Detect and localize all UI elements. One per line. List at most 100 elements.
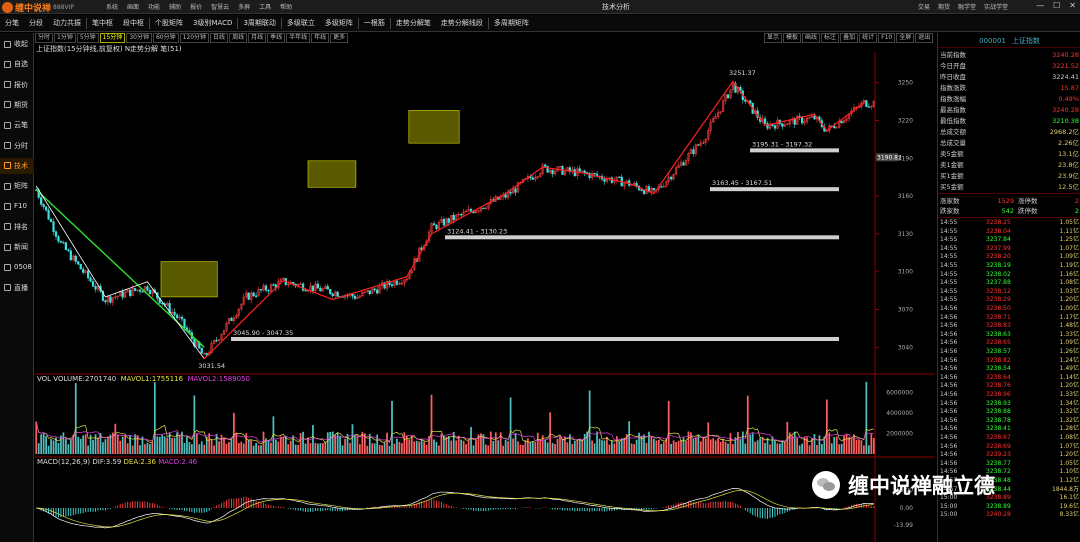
toolbar-button[interactable]: 多周期矩阵 (489, 18, 534, 28)
sidebar-item[interactable]: 技术 (0, 157, 34, 174)
tool-button[interactable]: 统计 (859, 33, 878, 43)
period-tab[interactable]: 分时 (35, 33, 54, 43)
sidebar-item[interactable]: F10 (0, 198, 34, 214)
tick-time: 14:56 (940, 330, 958, 338)
toolbar-button[interactable]: 分段 (24, 18, 48, 28)
volume-bar (497, 440, 500, 454)
volume-bar (598, 438, 601, 454)
candle-body (52, 221, 55, 232)
volume-bar (492, 440, 495, 454)
tick-amount: 1.08亿 (1059, 434, 1079, 441)
toolbar-button[interactable]: 段中枢 (118, 18, 149, 28)
candle-body (435, 224, 438, 230)
candle-body (813, 115, 816, 120)
sidebar-item[interactable]: 期货 (0, 97, 34, 113)
sidebar-item[interactable]: 自选 (0, 56, 34, 72)
volume-bar (828, 432, 831, 454)
toolbar-button[interactable]: 3周期联动 (238, 18, 280, 28)
quote-key: 今日开盘 (940, 62, 966, 70)
volume-bar (648, 431, 650, 454)
close-icon[interactable]: ✕ (1069, 1, 1076, 10)
volume-bar (749, 434, 752, 454)
toolbar-button[interactable]: 笔中枢 (87, 18, 118, 28)
menu-item[interactable]: 画面 (127, 2, 139, 11)
menu-item[interactable]: 帮助 (280, 2, 292, 11)
tool-button[interactable]: 叠加 (840, 33, 859, 43)
volume-bar (366, 445, 369, 454)
tick-time: 14:56 (940, 339, 958, 347)
volume-bar (82, 435, 85, 454)
period-tab[interactable]: 30分钟 (126, 33, 152, 43)
tool-button[interactable]: 模板 (783, 33, 802, 43)
sidebar-item[interactable]: 分时 (0, 138, 34, 154)
toolbar-button[interactable]: 走势分解笔 (391, 18, 436, 28)
menu-item[interactable]: 多屏 (238, 2, 250, 11)
volume-bar (677, 440, 680, 454)
menu-item[interactable]: 智慧云 (211, 2, 229, 11)
support-band (231, 337, 839, 341)
quote-value: 2968.2亿 (1049, 128, 1079, 136)
volume-bar (198, 444, 201, 454)
volume-bar (225, 443, 228, 454)
rank-icon (4, 223, 11, 231)
period-tab[interactable]: 年线 (311, 33, 330, 43)
period-tab[interactable]: 120分钟 (179, 33, 210, 43)
period-tab[interactable]: 半年线 (286, 33, 311, 43)
tool-button[interactable]: 显示 (764, 33, 783, 43)
tool-button[interactable]: 退出 (915, 33, 934, 43)
sidebar-item[interactable]: 收起 (0, 36, 34, 52)
period-tab[interactable]: 60分钟 (152, 33, 179, 43)
menu-item[interactable]: 辅助 (169, 2, 181, 11)
sidebar-item[interactable]: 排名 (0, 219, 34, 235)
toolbar-button[interactable]: 走势分解线段 (436, 18, 488, 28)
menu-item[interactable]: 系统 (106, 2, 118, 11)
support-band (445, 235, 839, 240)
sidebar-item[interactable]: 矩阵 (0, 178, 34, 194)
sidebar-item[interactable]: 报价 (0, 77, 34, 93)
quote-row: 今日开盘 3221.52 (938, 61, 1080, 71)
top-link[interactable]: 融学堂 (958, 2, 976, 11)
top-link[interactable]: 期货 (938, 2, 950, 11)
tool-button[interactable]: 标注 (821, 33, 840, 43)
top-link[interactable]: 交易 (918, 2, 930, 11)
candle-body (326, 286, 329, 290)
toolbar-button[interactable]: 多级联立 (282, 18, 320, 28)
period-tab[interactable]: 1分钟 (54, 33, 76, 43)
candle-body (793, 118, 796, 125)
maximize-icon[interactable]: ☐ (1053, 1, 1060, 10)
app-logo[interactable]: 缠中说禅 888VIP (2, 1, 74, 14)
period-tab[interactable]: 更多 (330, 33, 349, 43)
toolbar-button[interactable]: 动力共振 (48, 18, 86, 28)
menu-item[interactable]: 工具 (259, 2, 271, 11)
volume-bar (727, 443, 729, 454)
period-tab[interactable]: 日线 (210, 33, 229, 43)
sidebar-item[interactable]: 直播 (0, 280, 34, 296)
toolbar-button[interactable]: 多级矩阵 (320, 18, 358, 28)
candle-body (544, 164, 547, 167)
period-tab[interactable]: 季线 (267, 33, 286, 43)
volume-bar (709, 439, 712, 454)
period-tab[interactable]: 周线 (229, 33, 248, 43)
toolbar-button[interactable]: 3级别MACD (188, 18, 237, 28)
candle-body (89, 277, 92, 282)
toolbar-button[interactable]: 分笔 (0, 18, 24, 28)
toolbar-button[interactable]: 一根筋 (359, 18, 390, 28)
chart-canvas[interactable]: 304030703100313031603190322032503190.823… (35, 52, 935, 542)
menu-item[interactable]: 报价 (190, 2, 202, 11)
period-tab[interactable]: 5分钟 (76, 33, 99, 43)
zone-label: 3045.90 - 3047.35 (233, 329, 293, 337)
period-tab[interactable]: 15分钟 (99, 33, 126, 43)
tool-button[interactable]: 画线 (802, 33, 821, 43)
top-link[interactable]: 实战学堂 (984, 2, 1008, 11)
candle-body (64, 242, 67, 250)
menu-item[interactable]: 功能 (148, 2, 160, 11)
sidebar-item[interactable]: 新闻 (0, 239, 34, 255)
toolbar-button[interactable]: 个股矩阵 (150, 18, 188, 28)
minimize-icon[interactable]: — (1036, 1, 1044, 10)
grid-icon (4, 182, 11, 190)
tool-button[interactable]: F10 (878, 33, 896, 43)
tool-button[interactable]: 全屏 (896, 33, 915, 43)
period-tab[interactable]: 月线 (248, 33, 267, 43)
sidebar-item[interactable]: 云笔 (0, 117, 34, 133)
sidebar-item[interactable]: 0508 (0, 259, 34, 275)
